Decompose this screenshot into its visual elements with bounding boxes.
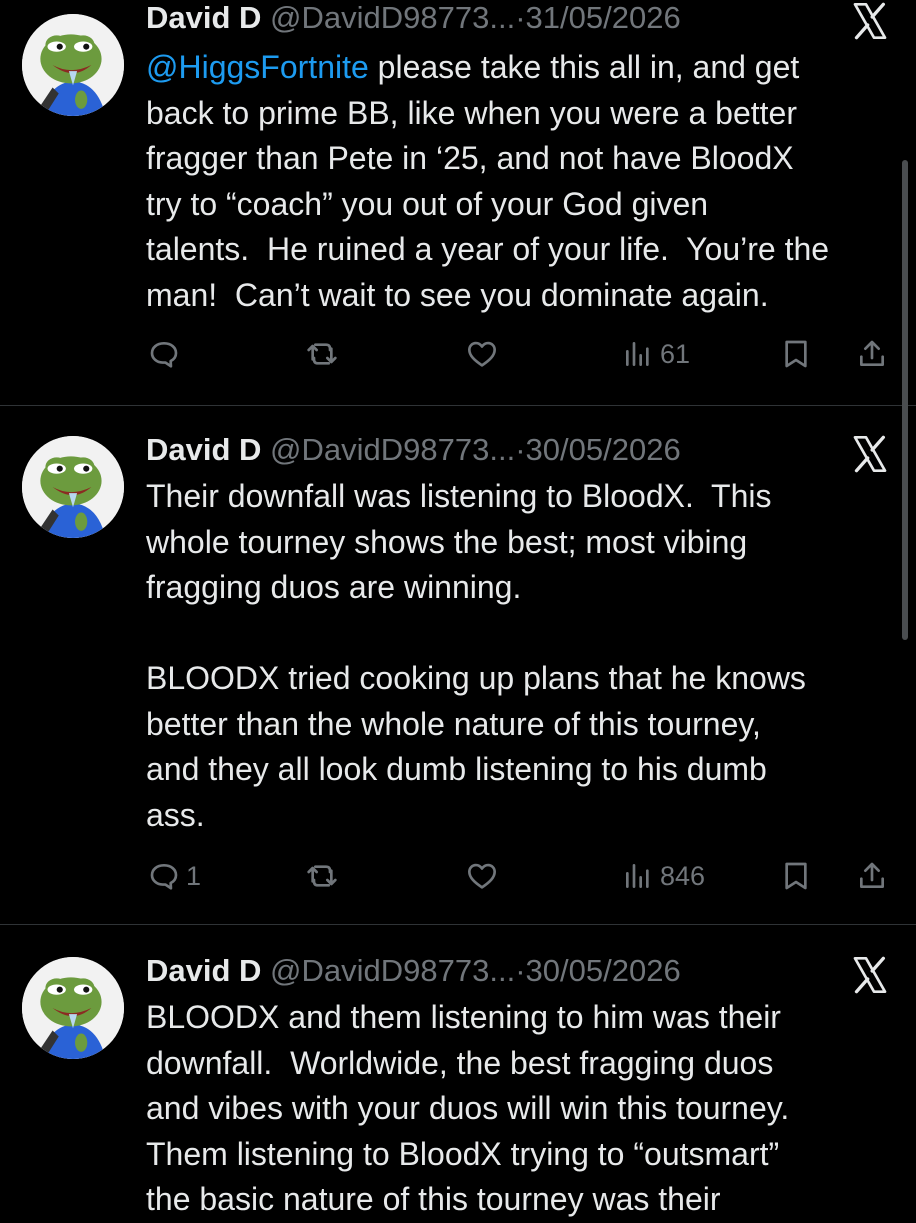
- separator: ·: [515, 432, 526, 467]
- display-name[interactable]: David D: [146, 0, 261, 35]
- tweet-text: @HiggsFortnite please take this all in, …: [146, 45, 906, 318]
- share-icon: [856, 860, 888, 892]
- scrollbar[interactable]: [902, 160, 908, 640]
- tweet-text-content: please take this all in, and get back to…: [146, 49, 830, 313]
- reply-icon: [148, 338, 180, 370]
- bookmark-icon: [780, 338, 812, 370]
- views-icon: [622, 860, 654, 892]
- handle[interactable]: @DavidD98773...: [270, 953, 515, 988]
- tweet-text-content: Their downfall was listening to BloodX. …: [146, 478, 806, 833]
- tweet-text: Their downfall was listening to BloodX. …: [146, 474, 906, 838]
- handle[interactable]: @DavidD98773...: [270, 432, 515, 467]
- retweet-icon: [306, 860, 338, 892]
- separator: ·: [515, 0, 526, 35]
- mention-link[interactable]: @HiggsFortnite: [146, 49, 369, 85]
- display-name[interactable]: David D: [146, 953, 261, 988]
- like-icon: [466, 338, 498, 370]
- tweet-date[interactable]: 30/05/2026: [526, 953, 681, 988]
- bookmark-button[interactable]: [780, 334, 812, 374]
- reply-count: 1: [186, 860, 202, 891]
- tweet-date[interactable]: 30/05/2026: [526, 432, 681, 467]
- x-logo-icon: [850, 955, 890, 995]
- tweet-header: David D @DavidD98773...·31/05/2026: [146, 0, 681, 38]
- tweet-text-content: BLOODX and them listening to him was the…: [146, 999, 790, 1217]
- handle[interactable]: @DavidD98773...: [270, 0, 515, 35]
- tweet-header: David D @DavidD98773...·30/05/2026: [146, 951, 681, 991]
- retweet-button[interactable]: [306, 856, 338, 896]
- bookmark-icon: [780, 860, 812, 892]
- display-name[interactable]: David D: [146, 432, 261, 467]
- views-button[interactable]: 61: [622, 334, 690, 374]
- like-icon: [466, 860, 498, 892]
- share-button[interactable]: [856, 334, 888, 374]
- tweet-date[interactable]: 31/05/2026: [526, 0, 681, 35]
- reply-button[interactable]: [148, 334, 186, 374]
- avatar[interactable]: [22, 957, 124, 1059]
- tweet-header: David D @DavidD98773...·30/05/2026: [146, 430, 681, 470]
- reply-icon: [148, 860, 180, 892]
- views-button[interactable]: 846: [622, 856, 705, 896]
- x-logo-icon: [850, 434, 890, 474]
- reply-button[interactable]: 1: [148, 856, 201, 896]
- share-icon: [856, 338, 888, 370]
- like-button[interactable]: [466, 334, 498, 374]
- x-logo-icon: [850, 1, 890, 41]
- views-icon: [622, 338, 654, 370]
- tweet[interactable]: David D @DavidD98773...·30/05/2026 Their…: [0, 406, 916, 924]
- tweet-actions: 1 846: [0, 856, 916, 896]
- views-count: 61: [660, 338, 691, 369]
- avatar[interactable]: [22, 14, 124, 116]
- bookmark-button[interactable]: [780, 856, 812, 896]
- tweet[interactable]: David D @DavidD98773...·31/05/2026 @Higg…: [0, 0, 916, 405]
- views-count: 846: [660, 860, 706, 891]
- share-button[interactable]: [856, 856, 888, 896]
- separator: ·: [515, 953, 526, 988]
- retweet-icon: [306, 338, 338, 370]
- tweet-actions: 61: [0, 334, 916, 374]
- tweet[interactable]: David D @DavidD98773...·30/05/2026 BLOOD…: [0, 925, 916, 1217]
- like-button[interactable]: [466, 856, 498, 896]
- avatar[interactable]: [22, 436, 124, 538]
- retweet-button[interactable]: [306, 334, 338, 374]
- tweet-text: BLOODX and them listening to him was the…: [146, 995, 906, 1223]
